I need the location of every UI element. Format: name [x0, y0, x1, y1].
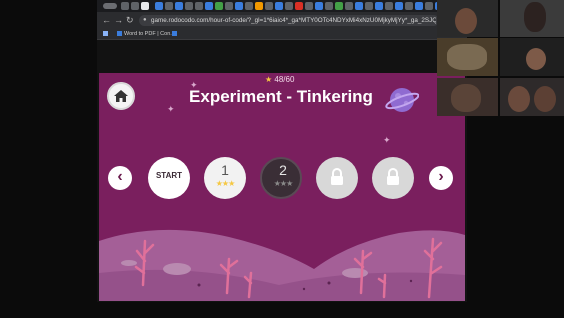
start-label: START [155, 171, 183, 180]
browser-tab[interactable] [255, 2, 263, 10]
level-number: 1 [221, 162, 229, 178]
page-title: Experiment - Tinkering [189, 87, 373, 106]
browser-tab[interactable] [155, 2, 163, 10]
browser-tab[interactable] [295, 2, 303, 10]
video-tile [500, 78, 564, 116]
site-info-icon[interactable]: ● [143, 17, 147, 24]
browser-tab[interactable] [215, 2, 223, 10]
browser-tab[interactable] [425, 2, 433, 10]
star-count: 48/60 [274, 75, 295, 84]
apps-icon[interactable] [103, 30, 110, 38]
bookmark-item[interactable] [172, 30, 179, 38]
next-arrow-button[interactable]: › [429, 166, 453, 190]
level-stars: ★★★ [204, 179, 246, 188]
participant-avatar [447, 44, 487, 70]
browser-tab[interactable] [305, 2, 313, 10]
browser-tab[interactable] [165, 2, 173, 10]
lock-icon [331, 168, 343, 185]
browser-tab[interactable] [345, 2, 353, 10]
level-2-button[interactable]: 2 ★★★ [260, 157, 302, 199]
video-tile [500, 38, 564, 76]
home-icon [114, 90, 128, 102]
video-tile [437, 78, 498, 116]
browser-tab[interactable] [395, 2, 403, 10]
browser-tab[interactable] [405, 2, 413, 10]
browser-tab[interactable] [131, 2, 139, 10]
home-button[interactable] [107, 82, 135, 110]
level-1-button[interactable]: 1 ★★★ [204, 157, 246, 199]
browser-tab[interactable] [185, 2, 193, 10]
browser-tab[interactable] [265, 2, 273, 10]
star-counter: ★ 48/60 [265, 75, 294, 84]
star-icon: ★ [286, 179, 293, 188]
browser-tab[interactable] [325, 2, 333, 10]
address-bar[interactable]: ● game.rodocodo.com/hour-of-code/?_gl=1*… [139, 15, 439, 26]
browser-tab[interactable] [415, 2, 423, 10]
chevron-right-icon: › [438, 168, 444, 185]
browser-tab[interactable] [175, 2, 183, 10]
bookmarks-bar: Word to PDF | Con... [97, 29, 467, 40]
browser-tab[interactable] [285, 2, 293, 10]
bookmark-item[interactable]: Word to PDF | Con... [117, 30, 175, 38]
star-icon: ★ [228, 179, 235, 188]
bookmark-favicon [172, 31, 177, 37]
chevron-left-icon: ‹ [117, 168, 123, 185]
game-canvas: ★ 48/60 Experiment - Tinkering ✦ ✦ ✦ ‹ S… [99, 73, 465, 301]
browser-tab[interactable] [375, 2, 383, 10]
active-tab[interactable] [141, 2, 149, 10]
browser-tab[interactable] [365, 2, 373, 10]
lock-icon [387, 168, 399, 185]
browser-tab[interactable] [235, 2, 243, 10]
sparkle-icon: ✦ [383, 135, 391, 145]
tab-group-pill[interactable] [103, 3, 117, 9]
level-3-locked[interactable] [316, 157, 358, 199]
browser-tab[interactable] [195, 2, 203, 10]
video-tile [500, 0, 564, 37]
participant-avatar [455, 8, 477, 34]
reload-icon[interactable]: ↻ [126, 14, 134, 27]
level-start-button[interactable]: START [148, 157, 190, 199]
browser-tab[interactable] [225, 2, 233, 10]
page-content: ★ 48/60 Experiment - Tinkering ✦ ✦ ✦ ‹ S… [97, 40, 467, 302]
sparkle-icon: ✦ [167, 104, 175, 114]
level-4-locked[interactable] [372, 157, 414, 199]
back-icon[interactable]: ← [102, 14, 111, 27]
address-url[interactable]: game.rodocodo.com/hour-of-code/?_gl=1*6i… [151, 16, 436, 25]
browser-tab[interactable] [245, 2, 253, 10]
seabed-scenery [99, 229, 465, 301]
sparkle-icon: ✦ [190, 80, 198, 90]
tab-strip: + [97, 0, 467, 12]
level-stars: ★★★ [262, 179, 304, 188]
participant-avatar [526, 48, 546, 70]
browser-window: + ← → ↻ ● game.rodocodo.com/hour-of-code… [97, 0, 467, 302]
video-tile [437, 38, 498, 76]
prev-arrow-button[interactable]: ‹ [108, 166, 132, 190]
forward-icon[interactable]: → [114, 14, 123, 27]
planet-icon [385, 88, 419, 112]
video-tile [437, 0, 498, 37]
browser-tab[interactable] [385, 2, 393, 10]
participant-avatar [451, 84, 481, 112]
browser-tab[interactable] [121, 2, 129, 10]
participant-avatar [524, 2, 546, 32]
star-icon: ★ [265, 75, 273, 84]
participant-avatar [534, 86, 556, 112]
bookmark-favicon [117, 31, 122, 37]
browser-tab[interactable] [355, 2, 363, 10]
browser-tab[interactable] [335, 2, 343, 10]
participant-avatar [508, 86, 530, 112]
level-number: 2 [279, 162, 287, 178]
browser-tab[interactable] [315, 2, 323, 10]
bookmark-label: Word to PDF | Con... [124, 31, 175, 37]
browser-tab[interactable] [275, 2, 283, 10]
browser-tab[interactable] [205, 2, 213, 10]
browser-toolbar: ← → ↻ ● game.rodocodo.com/hour-of-code/?… [97, 12, 467, 29]
